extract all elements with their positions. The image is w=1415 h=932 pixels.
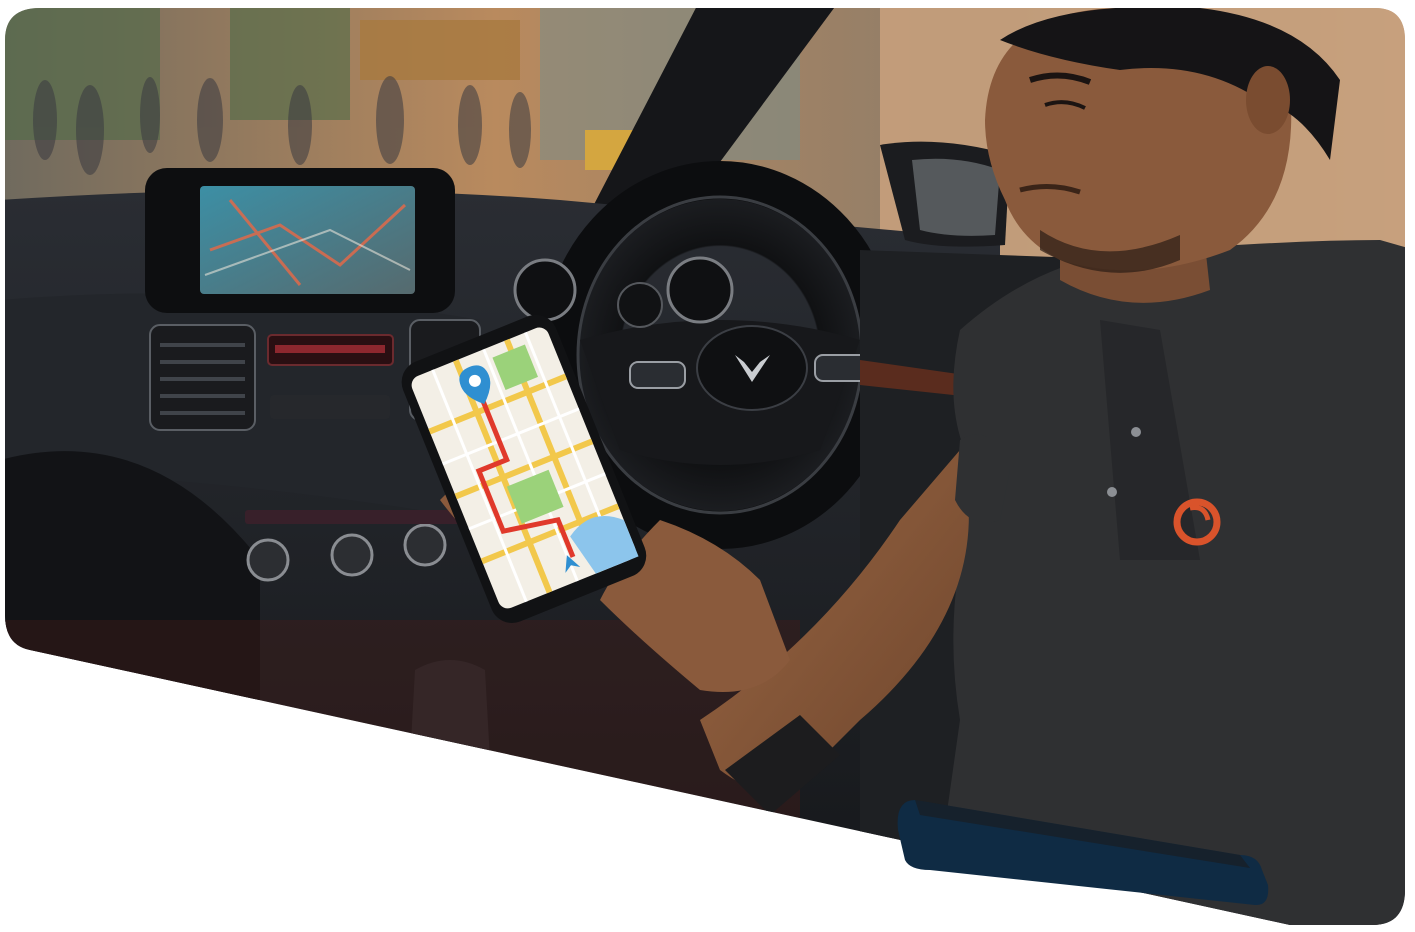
photo-area (5, 8, 1405, 925)
hero-image (0, 0, 1415, 932)
ear (1246, 66, 1290, 134)
hero-photo-illustration (5, 8, 1405, 925)
